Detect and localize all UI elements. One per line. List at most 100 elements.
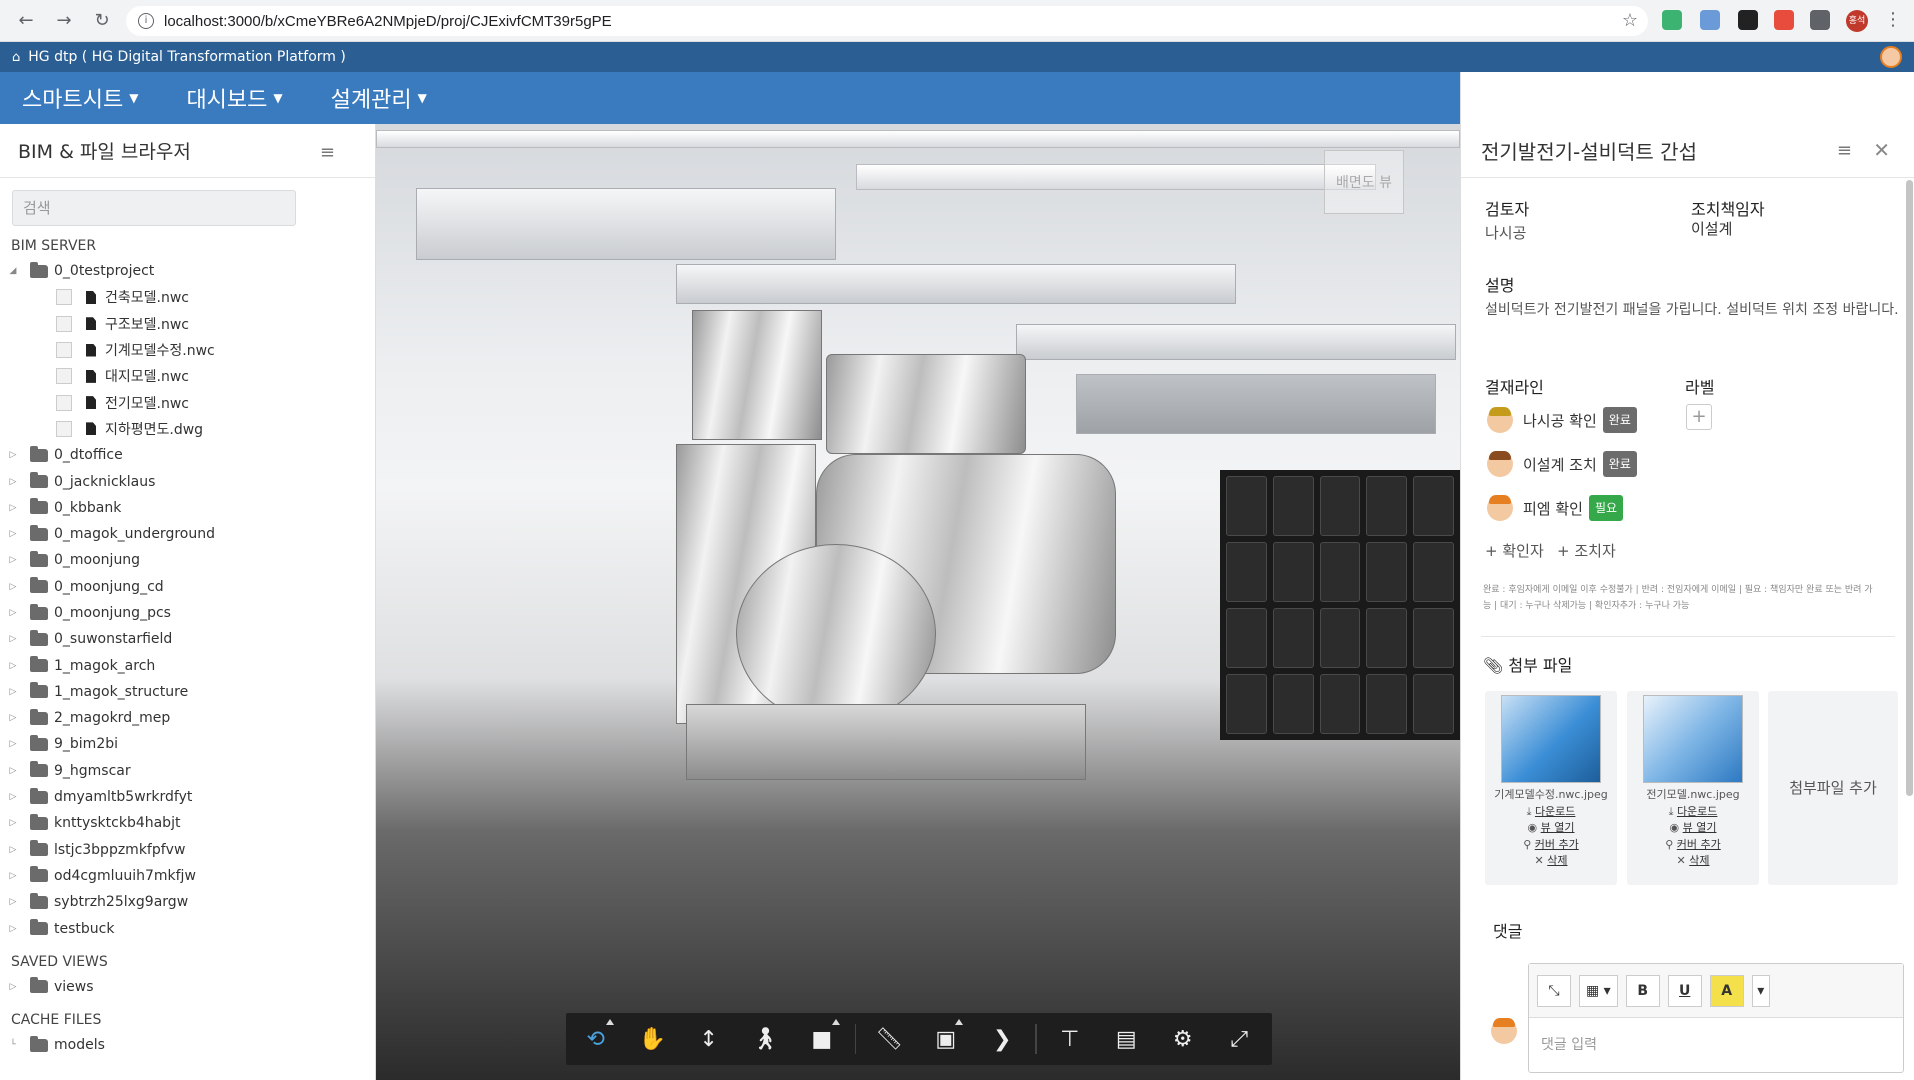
delete-link[interactable]: ✕ 삭제: [1627, 853, 1759, 870]
bookmark-star-icon[interactable]: ☆: [1622, 10, 1638, 31]
address-bar[interactable]: i localhost:3000/b/xCmeYBRe6A2NMpjeD/pro…: [126, 6, 1648, 36]
tree-folder-row[interactable]: ▷ od4cgmluuih7mkfjw: [0, 863, 375, 889]
add-label-button[interactable]: +: [1686, 404, 1712, 430]
puzzle-extensions-icon[interactable]: [1810, 10, 1830, 30]
view-open-link[interactable]: ◉ 뷰 열기: [1485, 820, 1617, 837]
comment-editor[interactable]: ⤡ ▦ ▾ B U A ▾ 댓글 입력: [1528, 963, 1904, 1073]
tree-folder-row[interactable]: ▷ knttysktckb4habjt: [0, 810, 375, 836]
section-box-icon[interactable]: ▣: [922, 1017, 970, 1061]
color-dropdown-icon[interactable]: ▾: [1751, 974, 1770, 1007]
url-text[interactable]: localhost:3000/b/xCmeYBRe6A2NMpjeD/proj/…: [164, 13, 612, 30]
underline-icon[interactable]: U: [1667, 974, 1702, 1007]
collapsed-toggle-icon[interactable]: ▷: [6, 982, 20, 992]
tree-folder-row[interactable]: ▷ 0_magok_underground: [0, 521, 375, 547]
attachment-thumbnail[interactable]: [1643, 695, 1743, 783]
add-cover-link[interactable]: ⚲ 커버 추가: [1627, 837, 1759, 854]
approval-row[interactable]: 나시공 확인 완료: [1487, 404, 1637, 436]
browser-menu-icon[interactable]: ⋮: [1884, 9, 1902, 30]
back-icon[interactable]: ←: [14, 9, 38, 33]
panel-scrollbar[interactable]: [1906, 180, 1913, 796]
status-badge[interactable]: 필요: [1588, 495, 1624, 521]
collapsed-toggle-icon[interactable]: ▷: [6, 924, 20, 934]
file-checkbox[interactable]: [56, 315, 72, 332]
collapsed-toggle-icon[interactable]: ▷: [6, 477, 20, 487]
extension-icon[interactable]: [1662, 10, 1682, 30]
tree-folder-row[interactable]: ▷ sybtrzh25lxg9argw: [0, 889, 375, 915]
search-input[interactable]: 검색: [12, 190, 296, 226]
tree-folder-row[interactable]: ▷ 0_moonjung_pcs: [0, 600, 375, 626]
menu-dashboard[interactable]: 대시보드 ▼: [186, 82, 282, 114]
camera-tool-icon[interactable]: ■: [798, 1017, 846, 1061]
first-person-tool-icon[interactable]: 🚶︎: [742, 1017, 790, 1061]
tree-folder-row[interactable]: └ models: [0, 1032, 375, 1058]
collapsed-toggle-icon[interactable]: ▷: [6, 713, 20, 723]
bim-3d-viewport[interactable]: 배면도 뷰: [376, 124, 1460, 1080]
profile-avatar[interactable]: 홍석: [1846, 10, 1868, 32]
site-info-icon[interactable]: i: [138, 13, 154, 29]
tree-folder-row[interactable]: ▷ 0_suwonstarfield: [0, 626, 375, 652]
pan-tool-icon[interactable]: ✋: [629, 1017, 677, 1061]
delete-link[interactable]: ✕ 삭제: [1485, 853, 1617, 870]
tree-folder-row[interactable]: ▷ 0_jacknicklaus: [0, 468, 375, 494]
menu-design-management[interactable]: 설계관리 ▼: [331, 82, 427, 114]
file-checkbox[interactable]: [56, 368, 72, 385]
tree-folder-row[interactable]: ▷ 0_kbbank: [0, 495, 375, 521]
extension-icon[interactable]: [1774, 10, 1794, 30]
collapsed-toggle-icon[interactable]: ▷: [6, 687, 20, 697]
download-link[interactable]: ⤓ 다운로드: [1485, 804, 1617, 821]
collapsed-toggle-icon[interactable]: ▷: [6, 871, 20, 881]
status-badge[interactable]: 완료: [1602, 451, 1637, 477]
collapsed-toggle-icon[interactable]: ▷: [6, 661, 20, 671]
fullscreen-icon[interactable]: ⤢: [1215, 1017, 1263, 1061]
tree-file-row[interactable]: 전기모델.nwc: [0, 389, 375, 415]
collapsed-toggle-icon[interactable]: ▷: [6, 845, 20, 855]
table-icon[interactable]: ▦ ▾: [1579, 974, 1618, 1007]
collapsed-toggle-icon[interactable]: ▷: [6, 529, 20, 539]
expand-icon[interactable]: ⤡: [1537, 974, 1571, 1007]
attachment-thumbnail[interactable]: [1501, 695, 1601, 783]
tree-folder-row[interactable]: ▷ 1_magok_arch: [0, 652, 375, 678]
issue-menu-icon[interactable]: ≡: [1837, 140, 1852, 161]
collapsed-toggle-icon[interactable]: ▷: [6, 503, 20, 513]
properties-icon[interactable]: ▤: [1102, 1017, 1150, 1061]
assignee-value[interactable]: 이설계: [1691, 218, 1732, 239]
tree-folder-row[interactable]: ▷ views: [0, 974, 375, 1000]
view-open-link[interactable]: ◉ 뷰 열기: [1627, 820, 1759, 837]
file-checkbox[interactable]: [56, 394, 72, 411]
file-checkbox[interactable]: [56, 289, 72, 306]
collapsed-toggle-icon[interactable]: ▷: [6, 608, 20, 618]
approval-row[interactable]: 피엠 확인 필요: [1487, 492, 1624, 524]
notion-extension-icon[interactable]: [1738, 10, 1758, 30]
collapsed-toggle-icon[interactable]: ▷: [6, 450, 20, 460]
panel-menu-icon[interactable]: ≡: [320, 142, 335, 163]
bold-icon[interactable]: B: [1625, 974, 1660, 1007]
search-button[interactable]: ⚲ 검색: [1606, 88, 1647, 108]
home-icon[interactable]: ⌂: [12, 50, 20, 65]
add-confirmer-button[interactable]: + 확인자: [1485, 540, 1544, 561]
tree-file-row[interactable]: 구조보델.nwc: [0, 311, 375, 337]
tree-folder-row[interactable]: ▷ 2_magokrd_mep: [0, 705, 375, 731]
tree-file-row[interactable]: 건축모델.nwc: [0, 284, 375, 310]
zoom-tool-icon[interactable]: ↕: [685, 1017, 733, 1061]
tree-project-row[interactable]: ◢ 0_0testproject: [0, 258, 375, 284]
private-toggle[interactable]: 🔒︎ 비공개: [1461, 88, 1513, 108]
collapsed-toggle-icon[interactable]: ▷: [6, 634, 20, 644]
tree-folder-row[interactable]: ▷ testbuck: [0, 915, 375, 941]
forward-icon[interactable]: →: [52, 9, 76, 33]
download-link[interactable]: ⤓ 다운로드: [1627, 804, 1759, 821]
add-cover-link[interactable]: ⚲ 커버 추가: [1485, 837, 1617, 854]
expanded-toggle-icon[interactable]: ◢: [6, 266, 20, 276]
collapsed-toggle-icon[interactable]: ▷: [6, 766, 20, 776]
tree-file-row[interactable]: 지하평면도.dwg: [0, 416, 375, 442]
multi-select-button[interactable]: ☑ 다중 선택: [1674, 88, 1748, 108]
explode-tool-icon[interactable]: ❯: [978, 1017, 1026, 1061]
comment-input[interactable]: 댓글 입력: [1529, 1018, 1903, 1054]
view-cube[interactable]: 배면도 뷰: [1324, 150, 1404, 214]
reviewer-value[interactable]: 나시공: [1485, 222, 1526, 243]
file-checkbox[interactable]: [56, 342, 72, 359]
highlight-color-icon[interactable]: A: [1709, 974, 1744, 1007]
collapsed-toggle-icon[interactable]: ▷: [6, 555, 20, 565]
tree-folder-row[interactable]: ▷ dmyamltb5wrkrdfyt: [0, 784, 375, 810]
attachment-card[interactable]: 기계모델수정.nwc.jpeg ⤓ 다운로드 ◉ 뷰 열기 ⚲ 커버 추가 ✕ …: [1485, 691, 1617, 885]
menu-smartsheet[interactable]: 스마트시트 ▼: [22, 82, 138, 114]
